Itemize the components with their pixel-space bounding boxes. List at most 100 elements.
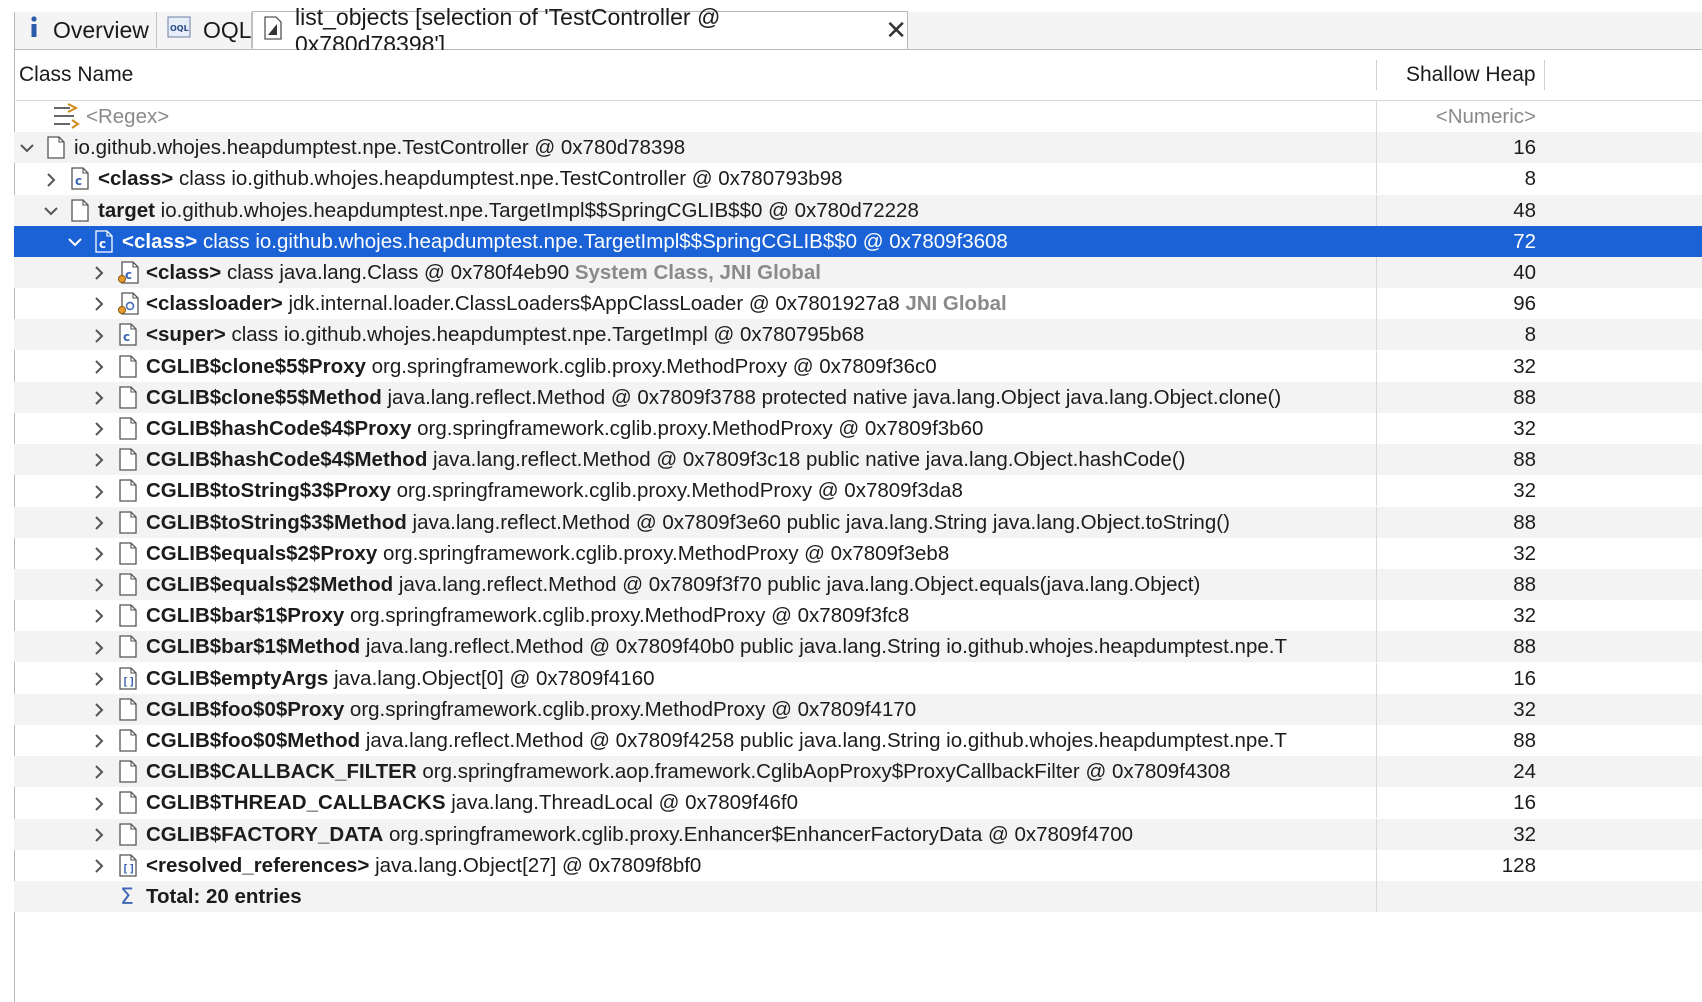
table-row[interactable]: CGLIB$toString$3$Method java.lang.reflec… (14, 506, 1702, 538)
table-row[interactable]: CGLIB$CALLBACK_FILTER org.springframewor… (14, 756, 1702, 788)
shallow-heap-cell: 88 (1513, 448, 1536, 472)
chevron-right-icon[interactable] (90, 538, 108, 569)
chevron-right-icon[interactable] (90, 663, 108, 694)
object-icon (118, 760, 138, 783)
class-name-cell: CGLIB$emptyArgs java.lang.Object[0] @ 0x… (146, 663, 655, 694)
class-name-cell: CGLIB$toString$3$Proxy org.springframewo… (146, 475, 963, 506)
table-row[interactable]: io.github.whojes.heapdumptest.npe.TestCo… (14, 132, 1702, 164)
field-name: <resolved_references> (146, 853, 370, 877)
chevron-right-icon[interactable] (90, 444, 108, 475)
column-separator (1376, 881, 1377, 912)
chevron-right-icon[interactable] (90, 787, 108, 818)
column-separator[interactable] (1376, 60, 1377, 90)
column-header-shallow-heap[interactable]: Shallow Heap (1406, 50, 1536, 100)
table-row[interactable]: CGLIB$hashCode$4$Proxy org.springframewo… (14, 413, 1702, 444)
table-row[interactable]: CGLIB$bar$1$Proxy org.springframework.cg… (14, 600, 1702, 632)
table-row[interactable]: [] <resolved_references> java.lang.Object… (14, 849, 1702, 881)
object-icon (70, 198, 90, 222)
filter-row[interactable]: <Regex> <Numeric> (14, 101, 1702, 132)
chevron-right-icon[interactable] (42, 163, 60, 194)
chevron-right-icon[interactable] (90, 850, 108, 881)
class-icon: c (70, 167, 90, 191)
chevron-right-icon[interactable] (90, 319, 108, 350)
table-row[interactable]: CGLIB$bar$1$Method java.lang.reflect.Met… (14, 631, 1702, 663)
table-row[interactable]: <classloader> jdk.internal.loader.ClassL… (14, 288, 1702, 320)
chevron-right-icon[interactable] (90, 569, 108, 600)
class-name-cell: <class> class io.github.whojes.heapdumpt… (122, 226, 1008, 257)
chevron-right-icon[interactable] (90, 694, 108, 725)
chevron-right-icon[interactable] (90, 756, 108, 787)
close-icon[interactable]: ✕ (885, 15, 907, 46)
shallow-heap-cell: 32 (1513, 604, 1536, 628)
field-name: CGLIB$hashCode$4$Proxy (146, 417, 412, 440)
chevron-right-icon[interactable] (90, 413, 108, 444)
chevron-right-icon[interactable] (90, 257, 108, 288)
class-name-cell: CGLIB$CALLBACK_FILTER org.springframewor… (146, 756, 1231, 787)
class-name-cell: CGLIB$FACTORY_DATA org.springframework.c… (146, 819, 1133, 850)
chevron-down-icon[interactable] (18, 132, 36, 163)
table-row[interactable]: CGLIB$foo$0$Proxy org.springframework.cg… (14, 693, 1702, 725)
table-row[interactable]: c <super> class io.github.whojes.heapdump… (14, 319, 1702, 351)
column-separator (1376, 849, 1377, 881)
tab-oql[interactable]: OQL OQL (157, 12, 252, 48)
table-row[interactable]: CGLIB$equals$2$Method java.lang.reflect.… (14, 569, 1702, 600)
class-name-cell: <class> class io.github.whojes.heapdumpt… (98, 163, 843, 194)
object-description: java.lang.reflect.Method @ 0x7809f3788 p… (381, 385, 1282, 409)
tab-overview[interactable]: Overview (15, 12, 157, 48)
column-separator (1376, 693, 1377, 725)
column-separator (1376, 756, 1377, 788)
field-name: <super> (146, 323, 226, 347)
regex-filter-input[interactable]: <Regex> (86, 101, 169, 132)
object-tree-table[interactable]: <Regex> <Numeric> io.github.whojes.heapdum… (14, 101, 1702, 1002)
chevron-right-icon[interactable] (90, 600, 108, 631)
class-name-cell: Total: 20 entries (146, 881, 302, 912)
chevron-right-icon[interactable] (90, 475, 108, 506)
shallow-heap-cell: 88 (1513, 729, 1536, 752)
table-row[interactable]: CGLIB$clone$5$Method java.lang.reflect.M… (14, 381, 1702, 413)
object-description: java.lang.reflect.Method @ 0x7809f4258 p… (360, 729, 1287, 752)
field-name: CGLIB$bar$1$Method (146, 635, 361, 659)
svg-text:Σ: Σ (120, 885, 134, 908)
chevron-right-icon[interactable] (90, 631, 108, 662)
chevron-right-icon[interactable] (90, 288, 108, 319)
table-row[interactable]: c <class> class io.github.whojes.heapdump… (14, 163, 1702, 195)
class-name-cell: target io.github.whojes.heapdumptest.npe… (98, 195, 919, 226)
object-description: class io.github.whojes.heapdumptest.npe.… (173, 167, 843, 191)
table-row[interactable]: CGLIB$foo$0$Method java.lang.reflect.Met… (14, 725, 1702, 756)
table-row[interactable]: CGLIB$toString$3$Proxy org.springframewo… (14, 475, 1702, 507)
table-row[interactable]: CGLIB$equals$2$Proxy org.springframework… (14, 537, 1702, 569)
chevron-right-icon[interactable] (90, 819, 108, 850)
chevron-right-icon[interactable] (90, 351, 108, 382)
field-name: CGLIB$foo$0$Proxy (146, 697, 345, 721)
column-header-class-name[interactable]: Class Name (19, 50, 133, 100)
chevron-right-icon[interactable] (90, 725, 108, 756)
shallow-heap-cell: 16 (1513, 666, 1536, 690)
object-description: org.springframework.aop.framework.CglibA… (416, 760, 1231, 784)
table-row[interactable]: Σ Total: 20 entries (14, 881, 1702, 912)
table-row[interactable]: CGLIB$hashCode$4$Method java.lang.reflec… (14, 444, 1702, 476)
table-row[interactable]: CGLIB$FACTORY_DATA org.springframework.c… (14, 818, 1702, 850)
table-row[interactable]: CGLIB$clone$5$Proxy org.springframework.… (14, 350, 1702, 382)
chevron-down-icon[interactable] (42, 195, 60, 226)
column-separator (1376, 194, 1377, 226)
chevron-right-icon[interactable] (90, 507, 108, 538)
column-separator (1376, 818, 1377, 850)
shallow-heap-cell: 24 (1513, 760, 1536, 784)
column-separator (1376, 631, 1377, 663)
tab-list-objects[interactable]: list_objects [selection of 'TestControll… (252, 4, 908, 57)
column-separator[interactable] (1544, 60, 1545, 90)
table-row[interactable]: c <class> class java.lang.Class @ 0x780f4… (14, 257, 1702, 288)
class-icon: c (118, 323, 138, 347)
table-row[interactable]: [] CGLIB$emptyArgs java.lang.Object[0] @ … (14, 662, 1702, 694)
column-separator (1376, 381, 1377, 413)
object-description: java.lang.ThreadLocal @ 0x7809f46f0 (445, 791, 799, 815)
table-row[interactable]: CGLIB$THREAD_CALLBACKS java.lang.ThreadL… (14, 787, 1702, 819)
class-name-cell: <super> class io.github.whojes.heapdumpt… (146, 319, 864, 350)
chevron-down-icon[interactable] (66, 226, 84, 257)
chevron-right-icon[interactable] (90, 382, 108, 413)
class-icon: c (118, 261, 139, 284)
table-row[interactable]: c <class> class io.github.whojes.heapdump… (14, 225, 1702, 257)
table-row[interactable]: target io.github.whojes.heapdumptest.npe… (14, 194, 1702, 226)
numeric-filter-input[interactable]: <Numeric> (1378, 101, 1536, 132)
column-separator (1376, 725, 1377, 756)
